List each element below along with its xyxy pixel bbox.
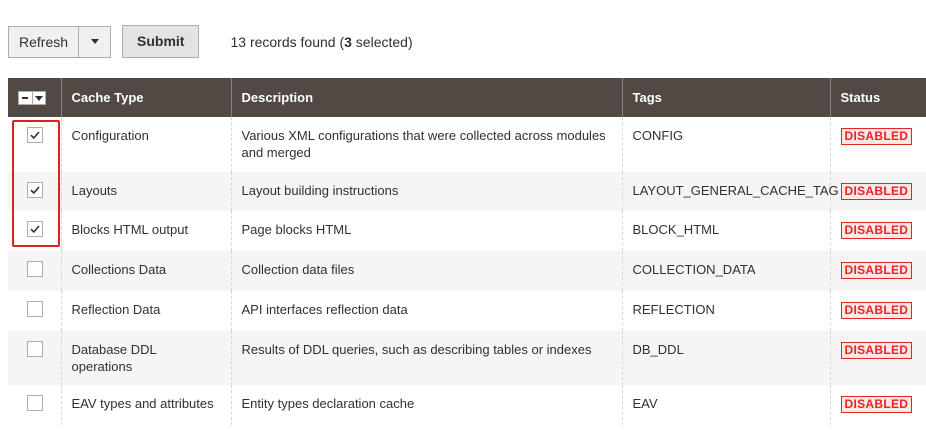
status-cell: DISABLED: [829, 117, 926, 172]
select-cell: [8, 117, 61, 172]
records-count: 13 records found (3 selected): [230, 34, 412, 50]
row-checkbox[interactable]: [27, 127, 43, 143]
checkmark-icon: [30, 225, 40, 234]
cache-type-cell: EAV types and attributes: [60, 385, 231, 425]
description-cell: Layout building instructions: [230, 172, 622, 211]
status-badge: DISABLED: [840, 222, 913, 239]
table-row[interactable]: Database DDL operations Results of DDL q…: [8, 331, 926, 385]
column-header-tags[interactable]: Tags: [621, 78, 830, 117]
cache-grid: Cache Type Description Tags Status Confi…: [8, 78, 926, 425]
row-checkbox[interactable]: [27, 182, 43, 198]
chevron-down-icon: [35, 95, 43, 101]
status-badge: DISABLED: [840, 128, 913, 145]
status-badge: DISABLED: [840, 396, 913, 413]
description-cell: Entity types declaration cache: [230, 385, 622, 425]
select-cell: [8, 211, 61, 251]
row-checkbox[interactable]: [27, 395, 43, 411]
select-cell: [8, 251, 61, 291]
refresh-dropdown-toggle[interactable]: [79, 27, 110, 57]
select-cell: [8, 291, 61, 331]
refresh-button[interactable]: Refresh: [9, 26, 80, 57]
cache-type-cell: Blocks HTML output: [60, 211, 231, 251]
row-checkbox[interactable]: [27, 221, 43, 237]
records-suffix: selected): [351, 33, 413, 50]
row-checkbox[interactable]: [27, 341, 43, 357]
mass-action-control[interactable]: [18, 91, 46, 106]
mass-action-dropdown[interactable]: [32, 92, 45, 105]
cache-type-cell: Configuration: [60, 117, 231, 172]
tags-cell: BLOCK_HTML: [621, 211, 830, 251]
select-cell: [8, 172, 61, 211]
tags-cell: DB_DDL: [621, 331, 830, 385]
selected-count: 3: [344, 33, 352, 50]
status-cell: DISABLED: [829, 251, 926, 291]
table-row[interactable]: EAV types and attributes Entity types de…: [8, 385, 926, 425]
tags-cell: LAYOUT_GENERAL_CACHE_TAG: [621, 172, 839, 211]
description-cell: API interfaces reflection data: [230, 291, 622, 331]
checkmark-icon: [30, 186, 40, 195]
column-header-status[interactable]: Status: [829, 78, 926, 117]
description-cell: Page blocks HTML: [230, 211, 622, 251]
records-prefix: 13 records found (: [230, 33, 345, 50]
cache-type-cell: Collections Data: [60, 251, 231, 291]
status-cell: DISABLED: [829, 385, 926, 425]
table-row[interactable]: Layouts Layout building instructions LAY…: [8, 172, 926, 211]
select-cell: [8, 331, 61, 385]
select-cell: [8, 385, 61, 425]
cache-type-cell: Layouts: [60, 172, 231, 211]
cache-type-cell: Database DDL operations: [60, 331, 231, 385]
cache-type-cell: Reflection Data: [60, 291, 231, 331]
tags-cell: REFLECTION: [621, 291, 830, 331]
grid-header-row: Cache Type Description Tags Status: [8, 78, 926, 117]
status-badge: DISABLED: [840, 302, 913, 319]
tags-cell: COLLECTION_DATA: [621, 251, 830, 291]
description-cell: Various XML configurations that were col…: [230, 117, 622, 172]
refresh-split-button: Refresh: [8, 25, 112, 58]
grid-toolbar: Refresh Submit 13 records found (3 selec…: [8, 25, 413, 58]
status-cell: DISABLED: [829, 331, 926, 385]
mass-action-header: [8, 78, 61, 117]
table-row[interactable]: Configuration Various XML configurations…: [8, 117, 926, 172]
column-header-description[interactable]: Description: [230, 78, 622, 117]
status-cell: DISABLED: [829, 211, 926, 251]
minus-icon: [19, 92, 32, 105]
checkmark-icon: [30, 131, 40, 140]
row-checkbox[interactable]: [27, 301, 43, 317]
submit-button[interactable]: Submit: [122, 25, 200, 58]
table-row[interactable]: Blocks HTML output Page blocks HTML BLOC…: [8, 211, 926, 251]
description-cell: Results of DDL queries, such as describi…: [230, 331, 622, 385]
status-cell: DISABLED: [829, 172, 926, 211]
table-row[interactable]: Collections Data Collection data files C…: [8, 251, 926, 291]
tags-cell: EAV: [621, 385, 830, 425]
tags-cell: CONFIG: [621, 117, 830, 172]
column-header-cache-type[interactable]: Cache Type: [60, 78, 231, 117]
status-cell: DISABLED: [829, 291, 926, 331]
status-badge: DISABLED: [840, 342, 913, 359]
table-row[interactable]: Reflection Data API interfaces reflectio…: [8, 291, 926, 331]
status-badge: DISABLED: [840, 183, 913, 200]
description-cell: Collection data files: [230, 251, 622, 291]
row-checkbox[interactable]: [27, 261, 43, 277]
chevron-down-icon: [90, 39, 99, 44]
status-badge: DISABLED: [840, 262, 913, 279]
